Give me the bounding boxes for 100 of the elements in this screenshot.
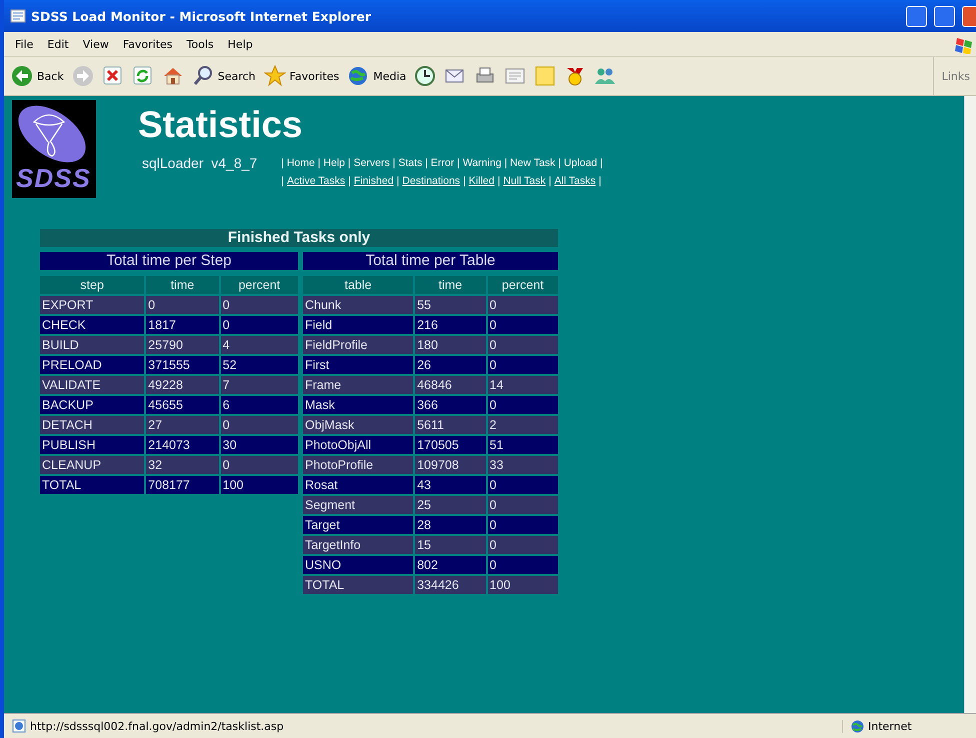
links-button[interactable]: Links xyxy=(932,57,976,95)
separator: | xyxy=(348,175,351,187)
nav-link[interactable]: Null Task xyxy=(503,175,546,187)
separator: | xyxy=(497,175,500,187)
status-url: http://sdsssql002.fnal.gov/admin2/tasklist.asp xyxy=(30,720,284,732)
table-cell: CLEANUP xyxy=(40,456,144,474)
page-icon xyxy=(10,8,26,24)
table-cell: 0 xyxy=(220,296,298,314)
back-button[interactable]: Back xyxy=(8,63,67,89)
page-heading: Statistics xyxy=(138,106,304,143)
table-cell: DETACH xyxy=(40,416,144,434)
table-cell: 52 xyxy=(220,356,298,374)
clock-icon xyxy=(414,65,436,87)
menu-item[interactable]: Tools xyxy=(180,36,221,52)
nav-menu[interactable]: | Home | Help | Servers | Stats | Error | Warning | New Task | Upload | xyxy=(281,157,603,169)
column-header: time xyxy=(146,276,219,294)
table-cell: Chunk xyxy=(302,296,414,314)
table-cell: PhotoObjAll xyxy=(302,436,414,454)
table-cell: 0 xyxy=(488,556,558,574)
close-button[interactable] xyxy=(962,6,976,26)
nav-link[interactable]: Active Tasks xyxy=(286,175,346,187)
separator: | xyxy=(548,175,552,187)
table-cell: 43 xyxy=(415,476,486,494)
table-cell: 55 xyxy=(415,296,486,314)
table-cell: 0 xyxy=(488,516,558,534)
column-header: time xyxy=(415,276,486,294)
house-icon xyxy=(162,65,184,87)
table-cell: PRELOAD xyxy=(40,356,144,374)
separator: | xyxy=(281,175,284,187)
table-title: Total time per Table xyxy=(302,252,558,270)
table-cell: 371555 xyxy=(146,356,219,374)
globe-icon xyxy=(851,720,864,732)
table-cell: 28 xyxy=(415,516,486,534)
scrollbar[interactable] xyxy=(964,96,976,713)
menu-item[interactable]: Help xyxy=(220,36,260,52)
table-cell: CHECK xyxy=(40,316,144,334)
maximize-button[interactable] xyxy=(934,6,955,26)
table-cell: 180 xyxy=(415,336,486,354)
table-cell: First xyxy=(302,356,414,374)
table-cell: 15 xyxy=(415,536,486,554)
nav-link[interactable]: All Tasks xyxy=(554,175,596,187)
table-cell: 30 xyxy=(220,436,298,454)
table-cell: 26 xyxy=(415,356,486,374)
column-header: step xyxy=(40,276,144,294)
table-cell: TOTAL xyxy=(40,476,144,494)
separator: | xyxy=(396,175,400,187)
table-cell: 4 xyxy=(220,336,298,354)
table-cell: 1817 xyxy=(146,316,219,334)
menu-item[interactable]: File xyxy=(8,36,40,52)
favorites-button[interactable]: Favorites xyxy=(260,63,342,89)
table-cell: 51 xyxy=(488,436,558,454)
globe-icon xyxy=(347,65,370,87)
table-cell: EXPORT xyxy=(40,296,144,314)
table-cell: 0 xyxy=(488,536,558,554)
table-cell: 0 xyxy=(488,496,558,514)
menu-item[interactable]: Edit xyxy=(40,36,76,52)
stop-icon xyxy=(102,65,124,87)
security-zone: Internet xyxy=(868,720,912,732)
minimize-button[interactable] xyxy=(906,6,927,26)
table-cell: BACKUP xyxy=(40,396,144,414)
table-cell: 6 xyxy=(220,396,298,414)
separator: | xyxy=(598,175,602,187)
nav-link[interactable]: Destinations xyxy=(402,175,460,187)
table-cell: 2 xyxy=(488,416,558,434)
search-icon xyxy=(192,65,214,87)
menu-item[interactable]: Favorites xyxy=(116,36,180,52)
table-cell: 109708 xyxy=(415,456,486,474)
table-cell: 25790 xyxy=(146,336,219,354)
table-cell: 100 xyxy=(488,576,558,594)
table-cell: BUILD xyxy=(40,336,144,354)
table-cell: 0 xyxy=(488,316,558,334)
table-cell: 366 xyxy=(415,396,486,414)
table-cell: Mask xyxy=(302,396,414,414)
table-cell: 7 xyxy=(220,376,298,394)
table-cell: Target xyxy=(302,516,414,534)
table-cell: 0 xyxy=(488,396,558,414)
refresh-icon xyxy=(132,65,154,87)
nav-link[interactable]: Finished xyxy=(354,175,394,187)
version-label: sqlLoader v4_8_7 xyxy=(142,155,258,171)
table-cell: 32 xyxy=(146,456,219,474)
table-cell: 100 xyxy=(220,476,298,494)
star-icon xyxy=(264,65,286,87)
nav-link[interactable]: Killed xyxy=(468,175,494,187)
table-cell: 5611 xyxy=(415,416,486,434)
table-cell: 0 xyxy=(488,336,558,354)
table-cell: 14 xyxy=(488,376,558,394)
panel-title: Finished Tasks only xyxy=(40,229,558,247)
table-cell: 0 xyxy=(488,356,558,374)
search-button[interactable]: Search xyxy=(188,63,259,89)
table-cell: 708177 xyxy=(146,476,219,494)
column-header: table xyxy=(302,276,414,294)
table-cell: 170505 xyxy=(415,436,486,454)
media-button[interactable]: Media xyxy=(344,63,410,89)
table-cell: Field xyxy=(302,316,414,334)
menu-item[interactable]: View xyxy=(76,36,116,52)
table-cell: 216 xyxy=(415,316,486,334)
table-cell: 0 xyxy=(146,296,219,314)
separator: | xyxy=(463,175,466,187)
table-cell: 46846 xyxy=(415,376,486,394)
table-cell: Frame xyxy=(302,376,414,394)
